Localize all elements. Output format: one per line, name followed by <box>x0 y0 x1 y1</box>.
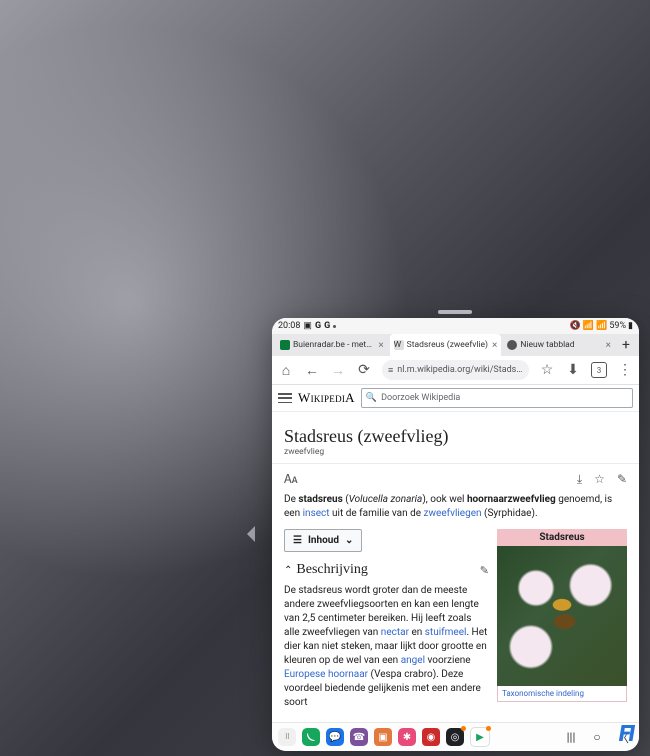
signal-icon: 📶 <box>596 321 607 331</box>
infobox-title: Stadsreus <box>497 529 627 546</box>
browser-toolbar: ⌂ ← → ⟳ ≡ nl.m.wikipedia.org/wiki/Stadsr… <box>272 356 639 385</box>
home-button[interactable]: ○ <box>587 730 607 744</box>
messages-app-icon[interactable]: 💬 <box>326 728 344 746</box>
list-icon: ☰ <box>293 535 302 546</box>
status-icon: G <box>324 321 330 331</box>
menu-icon[interactable]: ⋮ <box>617 362 633 378</box>
app-drawer-icon[interactable]: ⠿ <box>278 728 296 746</box>
tab-active[interactable]: W Stadsreus (zweefvlie) × <box>390 334 502 356</box>
tab-label: Stadsreus (zweefvlie) <box>407 340 489 350</box>
infobox-caption[interactable]: Taxonomische indeling <box>497 686 627 702</box>
wikipedia-logo[interactable]: WikipediA <box>298 390 355 406</box>
tab[interactable]: Buienradar.be - meteo × <box>276 334 388 356</box>
taskbar: ⠿ 💬 ☎ ▣ ✱ ◉ ◎ ▶ ||| ○ 〈 <box>272 722 639 751</box>
tab-count-button[interactable]: 3 <box>591 362 607 378</box>
signal-icon: 📶 <box>583 321 594 331</box>
app-icon[interactable]: ✱ <box>398 728 416 746</box>
split-screen-handle[interactable] <box>438 310 472 314</box>
section-header[interactable]: ⌃ Beschrijving ✎ <box>284 562 489 578</box>
download-icon[interactable]: ⤓ <box>577 472 582 487</box>
site-settings-icon[interactable]: ≡ <box>388 365 393 376</box>
chevron-up-icon: ⌃ <box>284 565 292 576</box>
forward-icon[interactable]: → <box>330 362 346 379</box>
edge-panel-handle[interactable] <box>243 524 257 544</box>
url-text: nl.m.wikipedia.org/wiki/Stadsreus_(zv <box>397 365 523 375</box>
infobox-image[interactable] <box>497 546 627 686</box>
tab[interactable]: Nieuw tabblad × <box>503 334 615 356</box>
wiki-header: WikipediA 🔍 Doorzoek Wikipedia <box>272 385 639 412</box>
favicon-icon <box>280 340 290 350</box>
phone-app-icon[interactable] <box>302 728 320 746</box>
back-icon[interactable]: ← <box>304 362 320 379</box>
recents-button[interactable]: ||| <box>561 730 581 744</box>
watermark: FI <box>619 722 633 747</box>
chevron-down-icon: ⌄ <box>345 535 353 546</box>
search-icon: 🔍 <box>366 393 377 403</box>
battery-icon: ▮ <box>628 321 633 331</box>
page-content: WikipediA 🔍 Doorzoek Wikipedia Stadsreus… <box>272 385 639 724</box>
divider <box>272 463 639 464</box>
close-icon[interactable]: × <box>378 340 383 351</box>
bookmark-icon[interactable]: ☆ <box>539 362 555 378</box>
article: Stadsreus (zweefvlieg) zweefvlieg 🗛 ⤓ ☆ … <box>272 412 639 710</box>
toc-label: Inhoud <box>308 535 339 546</box>
tab-label: Buienradar.be - meteo <box>293 340 375 350</box>
mute-icon: 🔇 <box>570 321 581 331</box>
status-icon <box>333 325 336 328</box>
app-icon[interactable]: ◉ <box>422 728 440 746</box>
search-placeholder: Doorzoek Wikipedia <box>381 393 460 403</box>
favicon-icon <box>507 340 517 350</box>
status-time: 20:08 <box>278 321 300 331</box>
close-icon[interactable]: × <box>492 340 497 351</box>
home-icon[interactable]: ⌂ <box>278 362 294 379</box>
reload-icon[interactable]: ⟳ <box>356 362 372 378</box>
address-bar[interactable]: ≡ nl.m.wikipedia.org/wiki/Stadsreus_(zv <box>382 360 529 380</box>
tab-strip: Buienradar.be - meteo × W Stadsreus (zwe… <box>272 334 639 356</box>
viber-app-icon[interactable]: ☎ <box>350 728 368 746</box>
page-subtitle: zweefvlieg <box>284 447 627 457</box>
status-icon: ▣ <box>303 321 312 331</box>
wiki-search-input[interactable]: 🔍 Doorzoek Wikipedia <box>361 388 633 408</box>
section-title: Beschrijving <box>296 562 368 578</box>
hamburger-icon[interactable] <box>278 393 292 403</box>
download-icon[interactable]: ⬇ <box>565 362 581 378</box>
star-icon[interactable]: ☆ <box>594 472 605 487</box>
app-icon[interactable]: ▣ <box>374 728 392 746</box>
tab-label: Nieuw tabblad <box>520 340 602 350</box>
lead-paragraph: De stadsreus (Volucella zonaria), ook we… <box>284 493 627 521</box>
status-icon: G <box>315 321 321 331</box>
article-actions: 🗛 ⤓ ☆ ✎ <box>284 472 627 487</box>
camera-app-icon[interactable]: ◎ <box>446 728 464 746</box>
new-tab-button[interactable]: + <box>617 334 635 356</box>
edit-icon[interactable]: ✎ <box>480 564 489 577</box>
notification-dot <box>461 726 466 731</box>
browser-window: 20:08 ▣ G G 🔇 📶 📶 59% ▮ Buienradar.be - … <box>272 318 639 751</box>
page-title: Stadsreus (zweefvlieg) <box>284 426 627 447</box>
notification-dot <box>486 726 491 731</box>
battery-text: 59% <box>609 321 626 331</box>
language-icon[interactable]: 🗛 <box>284 472 298 487</box>
toc-button[interactable]: ☰ Inhoud ⌄ <box>284 529 362 552</box>
favicon-icon: W <box>394 340 404 350</box>
section-body: De stadsreus wordt groter dan de meeste … <box>284 584 489 710</box>
close-icon[interactable]: × <box>606 340 611 351</box>
edit-icon[interactable]: ✎ <box>617 472 627 487</box>
play-store-icon[interactable]: ▶ <box>470 727 490 747</box>
infobox: Stadsreus Taxonomische indeling <box>497 529 627 710</box>
status-bar: 20:08 ▣ G G 🔇 📶 📶 59% ▮ <box>272 318 639 334</box>
